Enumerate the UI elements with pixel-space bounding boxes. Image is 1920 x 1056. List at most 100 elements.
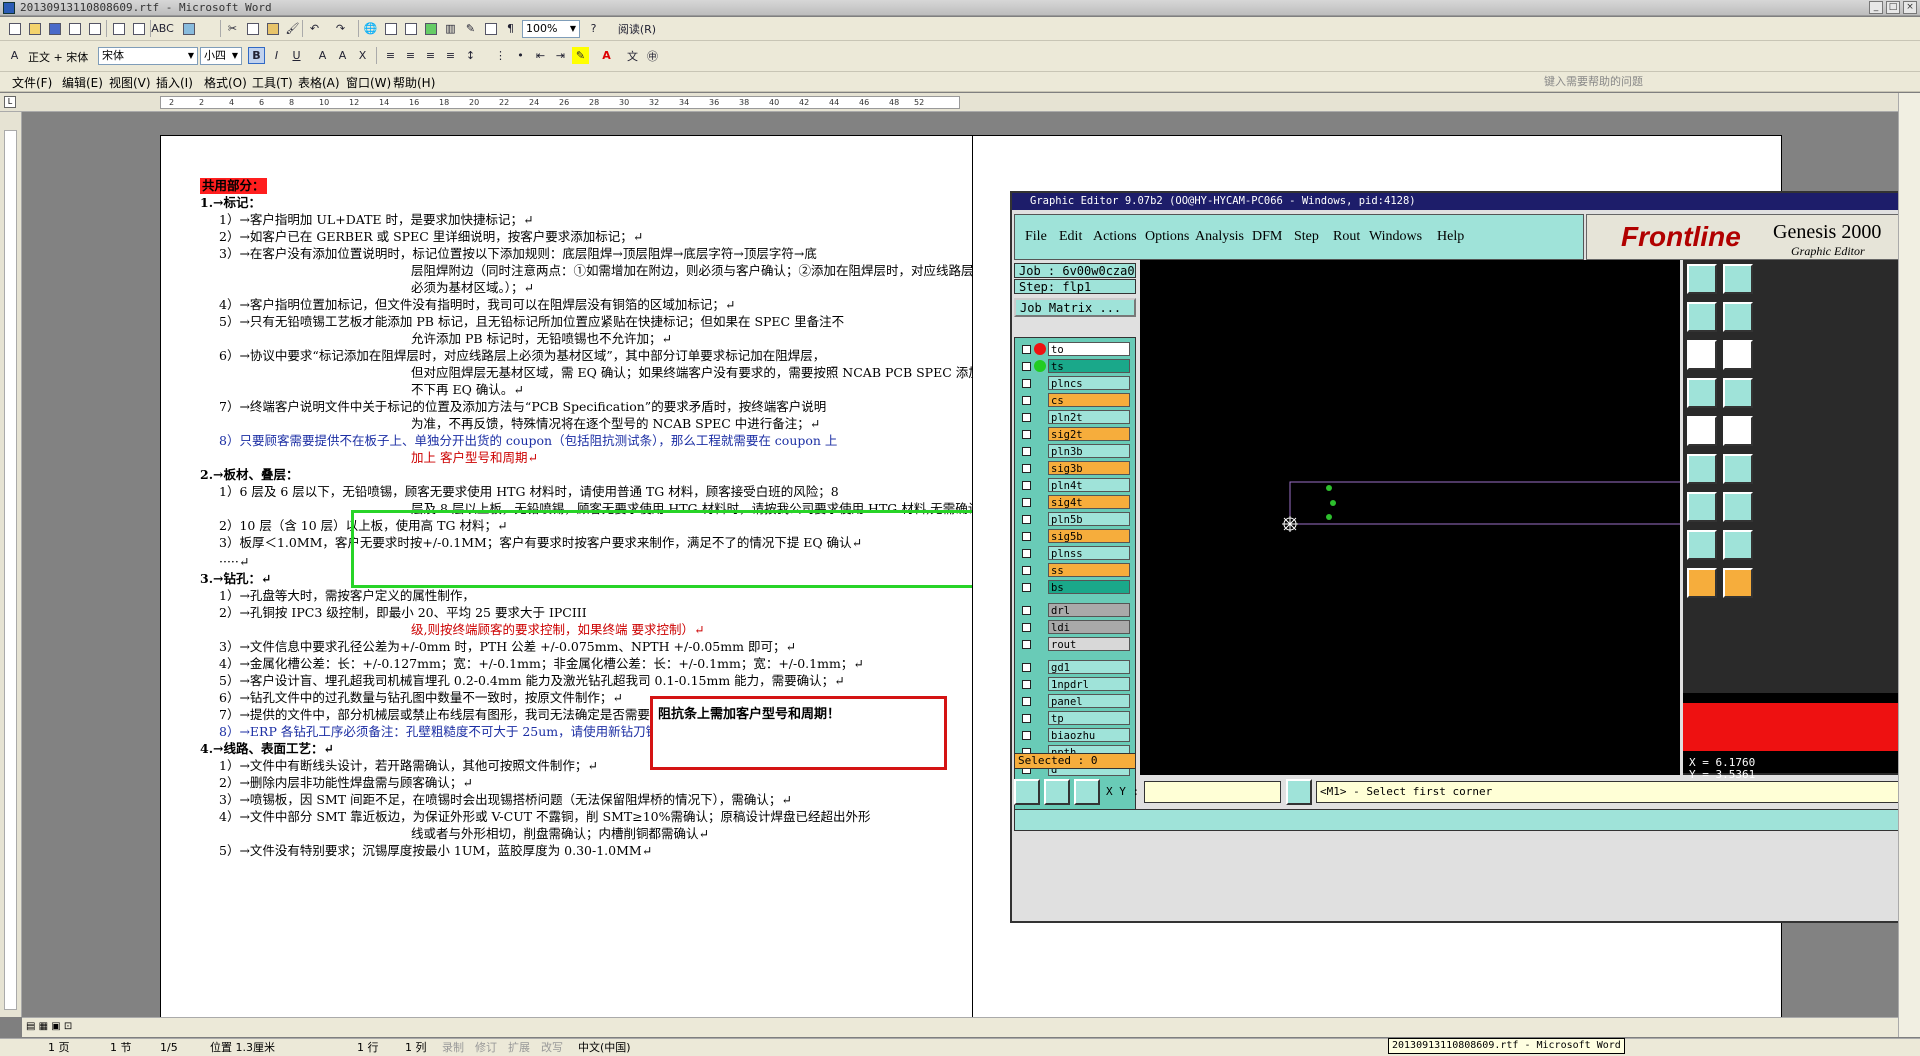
comment-box[interactable]: 阻抗条上需加客户型号和周期！	[650, 696, 947, 770]
decrease-indent-icon[interactable]: ⇤	[532, 47, 549, 64]
redo-icon[interactable]: ↷	[332, 20, 349, 37]
layer-checkbox[interactable]	[1022, 623, 1031, 632]
char-border-icon[interactable]: A	[314, 47, 331, 64]
line-spacing-icon[interactable]: ↕	[462, 47, 479, 64]
align-center-icon[interactable]: ≡	[402, 47, 419, 64]
ge-tool-icon[interactable]	[1687, 530, 1717, 560]
menu-edit[interactable]: 编辑(E)	[62, 74, 103, 91]
help-icon[interactable]: ?	[585, 20, 602, 37]
help-question-input[interactable]: 键入需要帮助的问题	[1544, 73, 1904, 90]
ge-tool-icon[interactable]	[1723, 454, 1753, 484]
snap-icon[interactable]	[1074, 779, 1100, 805]
save-icon[interactable]	[46, 20, 63, 37]
italic-button[interactable]: I	[268, 47, 285, 64]
layer-row-pln5b[interactable]: pln5b	[1019, 512, 1131, 526]
insert-excel-icon[interactable]	[422, 20, 439, 37]
menu-insert[interactable]: 插入(I)	[156, 74, 193, 91]
styles-icon[interactable]: A	[6, 47, 23, 64]
cut-icon[interactable]: ✂	[224, 20, 241, 37]
layer-checkbox[interactable]	[1022, 345, 1031, 354]
xy-input[interactable]	[1144, 781, 1281, 803]
menu-window[interactable]: 窗口(W)	[346, 74, 391, 91]
ge-tool-icon[interactable]	[1687, 416, 1717, 446]
numbering-icon[interactable]: ⋮	[492, 47, 509, 64]
layer-checkbox[interactable]	[1022, 697, 1031, 706]
drawing-icon[interactable]: ✎	[462, 20, 479, 37]
increase-indent-icon[interactable]: ⇥	[552, 47, 569, 64]
font-combo[interactable]: 宋体 ▼	[98, 47, 198, 65]
layer-row-cs[interactable]: cs	[1019, 393, 1131, 407]
ge-tool-icon[interactable]	[1723, 530, 1753, 560]
info-icon[interactable]	[1286, 779, 1312, 805]
layer-row-biaozhu[interactable]: biaozhu	[1019, 728, 1131, 742]
ge-tool-icon[interactable]	[1687, 568, 1717, 598]
document-page-1[interactable]: 共用部分： 1.→标记： 1）→客户指明加 UL+DATE 时，是要求加快捷标记；↵…	[160, 135, 1111, 1017]
menu-format[interactable]: 格式(O)	[204, 74, 247, 91]
layer-row-ts[interactable]: ts	[1019, 359, 1131, 373]
ge-tool-icon[interactable]	[1723, 378, 1753, 408]
layer-row-rout[interactable]: rout	[1019, 637, 1131, 651]
print-icon[interactable]	[110, 20, 127, 37]
email-icon[interactable]	[86, 20, 103, 37]
layer-checkbox[interactable]	[1022, 481, 1031, 490]
layer-checkbox[interactable]	[1022, 549, 1031, 558]
ge-tool-icon[interactable]	[1723, 340, 1753, 370]
layer-row-1npdrl[interactable]: 1npdrl	[1019, 677, 1131, 691]
horizontal-scrollbar[interactable]: ▤ ▦ ▣ ⊡	[22, 1017, 1898, 1037]
ge-menu-file[interactable]: File	[1025, 229, 1047, 245]
ge-menu-dfm[interactable]: DFM	[1252, 229, 1282, 245]
show-hide-icon[interactable]: ¶	[502, 20, 519, 37]
layer-row-ldi[interactable]: ldi	[1019, 620, 1131, 634]
layer-row-tp[interactable]: tp	[1019, 711, 1131, 725]
vertical-scrollbar[interactable]	[1898, 93, 1920, 1037]
layer-row-sig2t[interactable]: sig2t	[1019, 427, 1131, 441]
layer-checkbox[interactable]	[1022, 640, 1031, 649]
menu-help[interactable]: 帮助(H)	[393, 74, 435, 91]
horizontal-ruler[interactable]: 2 2 4 6 8 10 12 14 16 18 20 22 24 26 28 30 32 34 36 38 40 42 4…	[160, 96, 960, 109]
ge-tool-icon[interactable]	[1687, 454, 1717, 484]
ge-menu-step[interactable]: Step	[1294, 229, 1319, 245]
undo-icon[interactable]: ↶	[306, 20, 323, 37]
ge-menu-actions[interactable]: Actions	[1093, 229, 1137, 245]
menu-table[interactable]: 表格(A)	[298, 74, 340, 91]
layer-row-to[interactable]: to	[1019, 342, 1131, 356]
phonetic-icon[interactable]: 文	[624, 47, 641, 64]
status-track[interactable]: 修订	[475, 1039, 497, 1056]
layer-row-bs[interactable]: bs	[1019, 580, 1131, 594]
ge-tool-icon[interactable]	[1687, 492, 1717, 522]
layer-row-pln4t[interactable]: pln4t	[1019, 478, 1131, 492]
layer-checkbox[interactable]	[1022, 663, 1031, 672]
align-right-icon[interactable]: ≡	[422, 47, 439, 64]
ge-tool-icon[interactable]	[1687, 378, 1717, 408]
open-icon[interactable]	[26, 20, 43, 37]
tables-borders-icon[interactable]	[382, 20, 399, 37]
layer-checkbox[interactable]	[1022, 430, 1031, 439]
ge-menu-help[interactable]: Help	[1437, 229, 1464, 245]
view-buttons[interactable]: ▤ ▦ ▣ ⊡	[26, 1021, 96, 1035]
layer-row-gd1[interactable]: gd1	[1019, 660, 1131, 674]
highlight-icon[interactable]: ✎	[572, 47, 589, 64]
job-matrix-button[interactable]: Job Matrix ...	[1014, 298, 1136, 317]
research-icon[interactable]	[180, 20, 197, 37]
layer-checkbox[interactable]	[1022, 515, 1031, 524]
document-map-icon[interactable]	[482, 20, 499, 37]
layer-checkbox[interactable]	[1022, 396, 1031, 405]
distributed-icon[interactable]: ≡	[442, 47, 459, 64]
style-combo[interactable]: 正文 + 宋体	[28, 49, 88, 65]
enclose-icon[interactable]: ㊥	[644, 47, 661, 64]
layer-row-pln3b[interactable]: pln3b	[1019, 444, 1131, 458]
font-color-icon[interactable]: A	[598, 47, 615, 64]
layer-row-sig5b[interactable]: sig5b	[1019, 529, 1131, 543]
zoom-area-icon[interactable]	[1014, 779, 1040, 805]
print-preview-icon[interactable]	[130, 20, 147, 37]
columns-icon[interactable]: ▥	[442, 20, 459, 37]
layer-row-plnss[interactable]: plnss	[1019, 546, 1131, 560]
layer-row-sig3b[interactable]: sig3b	[1019, 461, 1131, 475]
bold-button[interactable]: B	[248, 47, 265, 64]
menu-view[interactable]: 视图(V)	[109, 74, 151, 91]
copy-icon[interactable]	[244, 20, 261, 37]
zoom-combo[interactable]: 100% ▼	[522, 20, 580, 38]
menu-file[interactable]: 文件(F)	[12, 74, 52, 91]
layer-checkbox[interactable]	[1022, 413, 1031, 422]
insert-table-icon[interactable]	[402, 20, 419, 37]
